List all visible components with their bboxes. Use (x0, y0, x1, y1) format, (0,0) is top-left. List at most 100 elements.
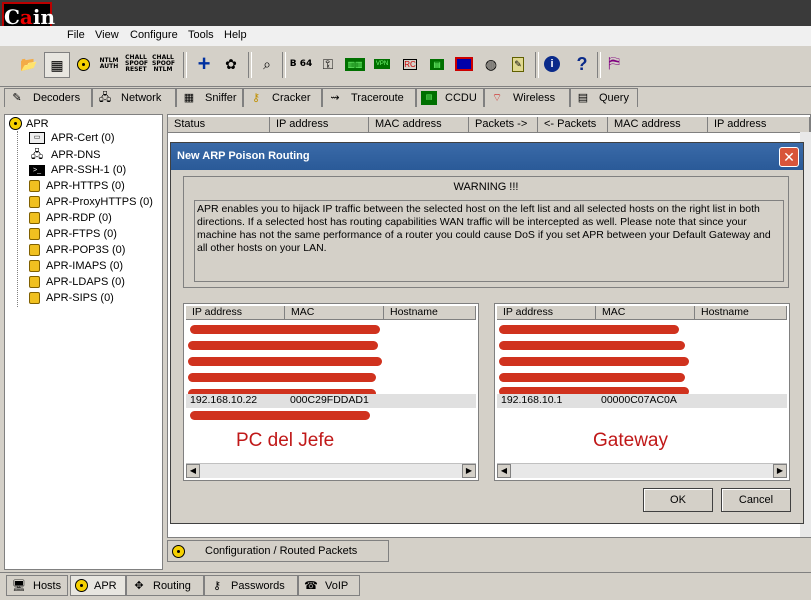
cancel-button[interactable]: Cancel (721, 488, 791, 512)
base64-icon[interactable]: B 64 (289, 52, 313, 76)
column-header-ip[interactable]: IP address (186, 306, 285, 320)
tab-voip[interactable]: ☎ VoIP (298, 575, 360, 596)
redaction-mark (190, 411, 370, 420)
tree-item-apr-proxyhttps[interactable]: APR-ProxyHTTPS (0) (29, 196, 153, 208)
column-header-hostname[interactable]: Hostname (695, 306, 787, 320)
add-icon[interactable]: + (192, 51, 216, 76)
column-header-hostname[interactable]: Hostname (384, 306, 476, 320)
menu-view[interactable]: View (95, 29, 119, 41)
redaction-mark (188, 357, 382, 366)
warning-text: APR enables you to hijack IP traffic bet… (194, 200, 784, 282)
scroll-left-icon[interactable]: ◀ (186, 464, 200, 478)
column-header-ip-address[interactable]: IP address (270, 117, 369, 133)
tree-item-apr-imaps[interactable]: APR-IMAPS (0) (29, 260, 123, 272)
menu-help[interactable]: Help (224, 29, 247, 41)
horizontal-scrollbar[interactable]: ◀ ▶ (497, 463, 787, 478)
wizard-icon[interactable]: ✿ (219, 52, 243, 76)
tree-item-apr-https[interactable]: APR-HTTPS (0) (29, 180, 125, 192)
list-item[interactable]: 192.168.10.1 00000C07AC0A (497, 394, 787, 408)
menu-file[interactable]: File (67, 29, 85, 41)
tree-root-apr[interactable]: APR (9, 117, 49, 130)
column-header-status[interactable]: Status (168, 117, 270, 133)
list-item[interactable]: 192.168.10.22 000C29FDDAD1 (186, 394, 476, 408)
tree-item-apr-ldaps[interactable]: APR-LDAPS (0) (29, 276, 125, 288)
tab-configuration-routed-packets[interactable]: Configuration / Routed Packets (167, 540, 389, 562)
ntlm-auth-icon[interactable]: NTLM AUTH (97, 52, 121, 76)
column-header-mac-address[interactable]: MAC address (369, 117, 469, 133)
annotation-pc-del-jefe: PC del Jefe (236, 430, 335, 451)
annotation-gateway: Gateway (593, 430, 668, 451)
vpn-icon[interactable]: VPN (370, 52, 394, 76)
tree-item-apr-ftps[interactable]: APR-FTPS (0) (29, 228, 117, 240)
tree-item-apr-pop3s[interactable]: APR-POP3S (0) (29, 244, 125, 256)
tab-sniffer[interactable]: ▦ Sniffer (176, 88, 243, 107)
toolbar-separator (597, 52, 601, 78)
lock-icon (29, 212, 40, 224)
key-icon: ⚷ (251, 92, 261, 104)
open-icon[interactable]: 📂 (17, 52, 41, 76)
main-tabs: ✎ Decoders 🖧 Network ▦ Sniffer ⚷ Cracker ⇝ Tr… (0, 88, 811, 109)
menu-tools[interactable]: Tools (188, 29, 214, 41)
redaction-mark (188, 373, 376, 382)
tab-wireless[interactable]: ⌔ Wireless (484, 88, 570, 107)
source-hosts-list[interactable]: IP address MAC Hostname 192.168.10.22 00… (183, 303, 479, 481)
network-icon: 🖧 (98, 92, 112, 104)
tab-traceroute[interactable]: ⇝ Traceroute (322, 88, 416, 107)
column-header-ip[interactable]: IP address (497, 306, 596, 320)
radiation-icon[interactable] (71, 52, 95, 76)
column-header-ip-address-2[interactable]: IP address (708, 117, 810, 133)
scroll-right-icon[interactable]: ▶ (773, 464, 787, 478)
scroll-right-icon[interactable]: ▶ (462, 464, 476, 478)
host-mac: 00000C07AC0A (601, 394, 677, 406)
tree-item-apr-ssh[interactable]: >_ APR-SSH-1 (0) (29, 164, 126, 176)
tab-network[interactable]: 🖧 Network (92, 88, 176, 107)
sniffer-icon[interactable]: ▦ (44, 52, 70, 78)
rdp-icon[interactable]: RC (398, 52, 422, 76)
column-header-mac-address-2[interactable]: MAC address (608, 117, 708, 133)
routing-icon: ✥ (134, 579, 144, 592)
column-header-packets-out[interactable]: Packets -> (469, 117, 538, 133)
globe-icon[interactable]: ◍ (479, 52, 503, 76)
hosts-icon: 🖥 (12, 579, 26, 592)
tab-routing[interactable]: ✥ Routing (126, 575, 204, 596)
tree-item-apr-rdp[interactable]: APR-RDP (0) (29, 212, 112, 224)
column-header-mac[interactable]: MAC (285, 306, 384, 320)
cert-icon[interactable] (452, 52, 476, 76)
tab-cracker[interactable]: ⚷ Cracker (243, 88, 322, 107)
password-icon[interactable]: ✎ (506, 52, 530, 76)
redaction-mark (499, 373, 685, 382)
decoders-icon: ✎ (12, 92, 22, 104)
key-icon[interactable]: ⚿ (316, 52, 340, 76)
voip-icon: ☎ (304, 579, 318, 592)
tab-query[interactable]: ▤ Query (570, 88, 638, 107)
tab-decoders[interactable]: ✎ Decoders (4, 88, 92, 107)
info-icon[interactable]: i (540, 52, 564, 76)
tree-item-apr-cert[interactable]: ▭ APR-Cert (0) (29, 132, 115, 144)
tab-passwords[interactable]: ⚷ Passwords (204, 575, 298, 596)
column-header-mac[interactable]: MAC (596, 306, 695, 320)
menu-configure[interactable]: Configure (130, 29, 178, 41)
close-icon[interactable]: ✕ (779, 147, 799, 167)
network-icon[interactable]: ▥▥ (343, 52, 367, 76)
scroll-left-icon[interactable]: ◀ (497, 464, 511, 478)
tab-apr[interactable]: APR (70, 575, 126, 596)
target-hosts-list[interactable]: IP address MAC Hostname 192.168.10.1 000… (494, 303, 790, 481)
help-icon[interactable]: ? (570, 52, 594, 76)
terminal-icon[interactable]: ▤ (425, 52, 449, 76)
dialog-title: New ARP Poison Routing (171, 143, 803, 170)
chall-spoof-ntlm-icon[interactable]: CHALL SPOOF NTLM (151, 52, 175, 76)
search-icon[interactable]: ⌕ (255, 52, 279, 76)
query-icon: ▤ (577, 92, 589, 104)
tab-ccdu[interactable]: ▤ CCDU (416, 88, 484, 107)
tree-item-apr-dns[interactable]: 🖧 APR-DNS (29, 148, 101, 162)
menu-bar: File View Configure Tools Help (0, 26, 811, 46)
horizontal-scrollbar[interactable]: ◀ ▶ (186, 463, 476, 478)
tab-hosts[interactable]: 🖥 Hosts (6, 575, 68, 596)
tree-item-apr-sips[interactable]: APR-SIPS (0) (29, 292, 114, 304)
lock-icon (29, 292, 40, 304)
route-icon[interactable]: ⛿ (602, 52, 626, 76)
chall-spoof-reset-icon[interactable]: CHALL SPOOF RESET (124, 52, 148, 76)
column-header-packets-in[interactable]: <- Packets (538, 117, 608, 133)
ok-button[interactable]: OK (643, 488, 713, 512)
host-ip: 192.168.10.22 (190, 394, 258, 406)
